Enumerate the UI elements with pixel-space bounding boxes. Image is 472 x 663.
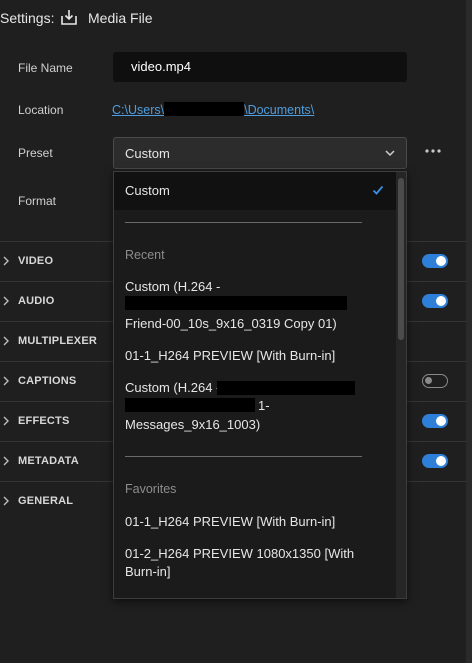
preset-label: Preset <box>18 146 53 160</box>
scrollbar-thumb[interactable] <box>398 178 404 340</box>
section-captions-toggle[interactable] <box>422 374 448 388</box>
chevron-right-icon <box>3 296 9 306</box>
redaction-bar <box>125 398 255 412</box>
checkmark-icon <box>372 185 384 195</box>
dropdown-scrollbar[interactable] <box>396 172 406 598</box>
location-link[interactable]: C:\Users\ \Documents\ <box>112 102 314 117</box>
section-label: EFFECTS <box>18 415 70 427</box>
more-icon[interactable] <box>424 144 442 158</box>
dropdown-separator <box>125 222 362 223</box>
chevron-down-icon <box>385 150 395 157</box>
chevron-right-icon <box>3 456 9 466</box>
preset-select[interactable]: Custom <box>113 137 407 169</box>
chevron-right-icon <box>3 336 9 346</box>
dropdown-separator <box>125 456 362 457</box>
format-label: Format <box>18 194 57 208</box>
preset-dropdown-menu: Custom Recent Custom (H.264 - Friend-00_… <box>113 171 407 599</box>
media-file-title: Media File <box>88 10 153 26</box>
recent-item-1-line3[interactable]: Friend-00_10s_9x16_0319 Copy 01) <box>125 315 385 333</box>
settings-title: Settings: <box>0 10 55 26</box>
favorites-heading: Favorites <box>125 482 177 496</box>
section-label: AUDIO <box>18 295 55 307</box>
location-suffix: \Documents\ <box>244 103 315 117</box>
recent-item-3-line2[interactable]: 1- <box>258 397 298 415</box>
panel-border <box>466 0 472 663</box>
recent-heading: Recent <box>125 248 165 262</box>
preset-value: Custom <box>125 146 170 161</box>
section-label: GENERAL <box>18 495 74 507</box>
location-prefix: C:\Users\ <box>112 103 165 117</box>
section-video-toggle[interactable] <box>422 254 448 268</box>
panel-header: Settings: Media File <box>0 0 472 36</box>
section-metadata-toggle[interactable] <box>422 454 448 468</box>
recent-item-3-line3[interactable]: Messages_9x16_1003) <box>125 416 385 434</box>
redaction-bar <box>125 296 347 310</box>
section-label: VIDEO <box>18 255 54 267</box>
favorite-item-1[interactable]: 01-1_H264 PREVIEW [With Burn-in] <box>125 513 385 531</box>
file-name-label: File Name <box>18 61 73 75</box>
export-icon[interactable] <box>60 8 78 26</box>
chevron-right-icon <box>3 496 9 506</box>
section-effects-toggle[interactable] <box>422 414 448 428</box>
redaction-bar <box>164 102 245 116</box>
file-name-input[interactable]: video.mp4 <box>113 52 407 82</box>
file-name-value: video.mp4 <box>131 59 191 74</box>
favorite-item-2-line2[interactable]: Burn-in] <box>125 563 385 581</box>
favorite-item-2-line1[interactable]: 01-2_H264 PREVIEW 1080x1350 [With <box>125 545 385 563</box>
redaction-bar <box>217 381 355 395</box>
section-label: CAPTIONS <box>18 375 77 387</box>
recent-item-1-line1[interactable]: Custom (H.264 - <box>125 278 385 296</box>
location-label: Location <box>18 103 64 117</box>
chevron-right-icon <box>3 416 9 426</box>
chevron-right-icon <box>3 256 9 266</box>
chevron-right-icon <box>3 376 9 386</box>
section-audio-toggle[interactable] <box>422 294 448 308</box>
dropdown-item-custom[interactable]: Custom <box>125 182 385 200</box>
section-label: MULTIPLEXER <box>18 335 97 347</box>
section-label: METADATA <box>18 455 79 467</box>
recent-item-2[interactable]: 01-1_H264 PREVIEW [With Burn-in] <box>125 347 385 365</box>
